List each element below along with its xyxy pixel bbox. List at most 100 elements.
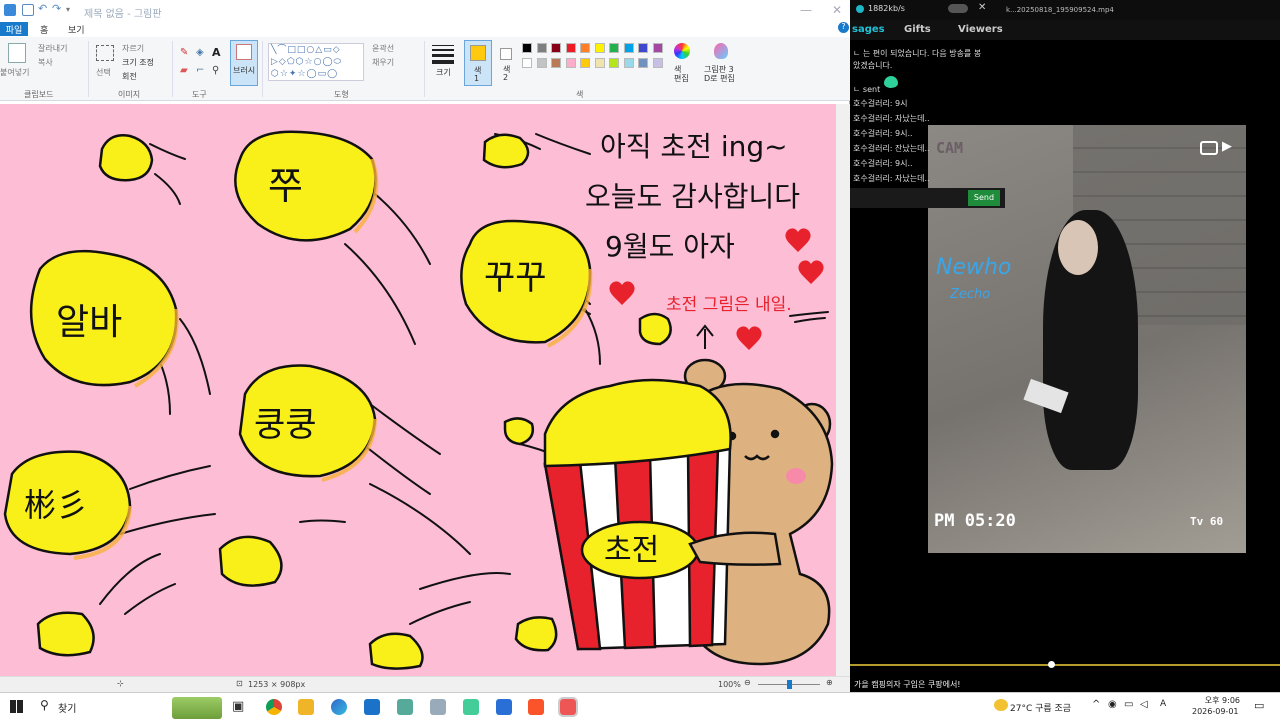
ime-icon[interactable]: A — [1160, 699, 1166, 709]
tray-app-icon[interactable]: ◉ — [1108, 699, 1117, 710]
task-view-icon[interactable]: ▣ — [232, 699, 248, 715]
paint-canvas[interactable]: 아직 초전 ing~ 오늘도 감사합니다 9월도 아자 초전 그림은 내일. 쭈… — [0, 104, 836, 676]
palette-swatch[interactable] — [652, 58, 663, 68]
popcorn-blob-small-4 — [503, 417, 534, 446]
resize-button[interactable]: 크기 조정 — [122, 57, 154, 68]
palette-swatch[interactable] — [638, 58, 648, 68]
app-icon-2[interactable] — [430, 699, 446, 715]
tab-viewers[interactable]: Viewers — [958, 24, 1003, 35]
palette-swatch[interactable] — [536, 43, 547, 53]
fill-bucket-icon[interactable]: ◈ — [196, 47, 204, 58]
edit-colors-button[interactable]: 색 편집 — [674, 65, 689, 83]
select-icon[interactable] — [96, 45, 114, 61]
help-icon[interactable]: ? — [838, 22, 849, 33]
pencil-icon[interactable]: ✎ — [180, 47, 188, 58]
canvas-vertical-scrollbar[interactable] — [836, 104, 850, 676]
zoom-slider-thumb[interactable] — [787, 680, 792, 689]
palette-swatch[interactable] — [522, 43, 532, 53]
app-icon-3[interactable] — [463, 699, 479, 715]
tray-chevron-icon[interactable]: ^ — [1092, 699, 1100, 710]
palette-swatch[interactable] — [638, 43, 648, 53]
heart-1 — [785, 228, 811, 252]
shapes-gallery[interactable]: ╲⌒□□○△▭◇ ▷◇⬠⬡☆○◯⬭ ⬡☆✦☆◯▭◯ — [268, 43, 364, 81]
eraser-icon[interactable]: ▰ — [180, 65, 188, 76]
network-icon[interactable]: ▭ — [1124, 699, 1133, 710]
mail-icon[interactable] — [364, 699, 380, 715]
playback-progress-bar[interactable] — [850, 664, 1280, 666]
palette-swatch[interactable] — [565, 43, 576, 53]
palette-swatch[interactable] — [551, 58, 561, 68]
palette-swatch[interactable] — [551, 43, 561, 53]
cut-button[interactable]: 잘라내기 — [38, 43, 67, 54]
notification-icon[interactable]: ▭ — [1254, 699, 1264, 712]
quick-access-dropdown-icon[interactable]: ▾ — [66, 5, 78, 17]
crop-button[interactable]: 자르기 — [122, 43, 144, 54]
toggle-switch[interactable] — [948, 4, 968, 13]
palette-swatch[interactable] — [565, 58, 576, 68]
minimize-icon[interactable]: — — [800, 3, 812, 17]
weather-text[interactable]: 27°C 구름 조금 — [1010, 701, 1071, 714]
save-icon[interactable] — [22, 4, 34, 16]
palette-swatch[interactable] — [522, 58, 532, 68]
magnifier-icon[interactable]: ⚲ — [212, 65, 219, 76]
size-button[interactable]: 크기 — [436, 67, 451, 78]
palette-swatch[interactable] — [623, 58, 634, 68]
rotate-button[interactable]: 회전 — [122, 71, 137, 82]
zoom-in-icon[interactable]: ⊕ — [826, 678, 833, 687]
brand-label-1: Newho — [936, 255, 1012, 280]
file-explorer-icon[interactable] — [298, 699, 314, 715]
paste-icon[interactable] — [8, 43, 26, 63]
palette-swatch[interactable] — [652, 43, 663, 53]
chrome-icon[interactable] — [266, 699, 282, 715]
edit-colors-icon[interactable] — [674, 43, 690, 59]
camera-icon[interactable] — [1200, 141, 1218, 155]
undo-icon[interactable]: ↶ — [38, 2, 50, 15]
tab-gifts[interactable]: Gifts — [904, 24, 931, 35]
paint-taskbar-icon[interactable] — [558, 697, 578, 717]
next-arrow-icon[interactable]: ▶ — [1222, 139, 1232, 154]
color1-button[interactable]: 색 1 — [464, 40, 492, 86]
outline-button[interactable]: 윤곽선 — [372, 43, 394, 54]
color-picker-icon[interactable]: ⌐ — [196, 65, 204, 76]
size-lines-icon[interactable] — [432, 43, 454, 64]
menu-view[interactable]: 보기 — [68, 23, 85, 36]
stream-close-icon[interactable]: ✕ — [978, 2, 986, 13]
tab-messages[interactable]: sages — [852, 24, 885, 35]
fill-button[interactable]: 채우기 — [372, 57, 394, 68]
paint-window-title: 제목 없음 - 그림판 — [84, 9, 162, 20]
search-icon[interactable]: ⚲ — [40, 698, 49, 712]
palette-swatch[interactable] — [580, 58, 590, 68]
palette-swatch[interactable] — [623, 43, 634, 53]
windows-start-icon[interactable] — [10, 700, 23, 713]
text-tool-icon[interactable]: A — [212, 46, 221, 59]
app-icon-1[interactable] — [397, 699, 413, 715]
close-icon[interactable]: ✕ — [832, 3, 842, 17]
copy-button[interactable]: 복사 — [38, 57, 53, 68]
palette-swatch[interactable] — [594, 58, 605, 68]
brushes-button[interactable]: 브러시 — [230, 40, 258, 86]
photos-icon[interactable] — [496, 699, 512, 715]
taskbar-search-label[interactable]: 찾기 — [58, 700, 76, 715]
paint3d-icon[interactable] — [714, 43, 728, 59]
zoom-out-icon[interactable]: ⊖ — [744, 678, 751, 687]
palette-swatch[interactable] — [609, 58, 619, 68]
brave-icon[interactable] — [528, 699, 544, 715]
palette-swatch[interactable] — [536, 58, 547, 68]
menu-home[interactable]: 홈 — [40, 23, 48, 36]
playback-progress-thumb[interactable] — [1048, 661, 1055, 668]
chat-line: ㄴ 는 편이 되었습니다. 다음 방송를 봉 — [853, 49, 982, 58]
paste-button[interactable]: 붙여넣기 — [0, 67, 29, 78]
volume-icon[interactable]: ◁ — [1140, 699, 1148, 710]
taskbar-date[interactable]: 2026-09-01 — [1192, 707, 1239, 716]
edge-icon[interactable] — [331, 699, 347, 715]
redo-icon[interactable]: ↷ — [52, 2, 64, 15]
paint3d-button[interactable]: 그림판 3 D로 편집 — [704, 65, 735, 83]
palette-swatch[interactable] — [594, 43, 605, 53]
menu-file[interactable]: 파일 — [0, 22, 28, 36]
send-button[interactable]: Send — [968, 190, 1000, 206]
palette-swatch[interactable] — [580, 43, 590, 53]
select-button[interactable]: 선택 — [96, 67, 111, 78]
color2-button[interactable]: 색 2 — [496, 40, 518, 86]
palette-swatch[interactable] — [609, 43, 619, 53]
taskbar-time[interactable]: 오후 9:06 — [1200, 695, 1240, 706]
